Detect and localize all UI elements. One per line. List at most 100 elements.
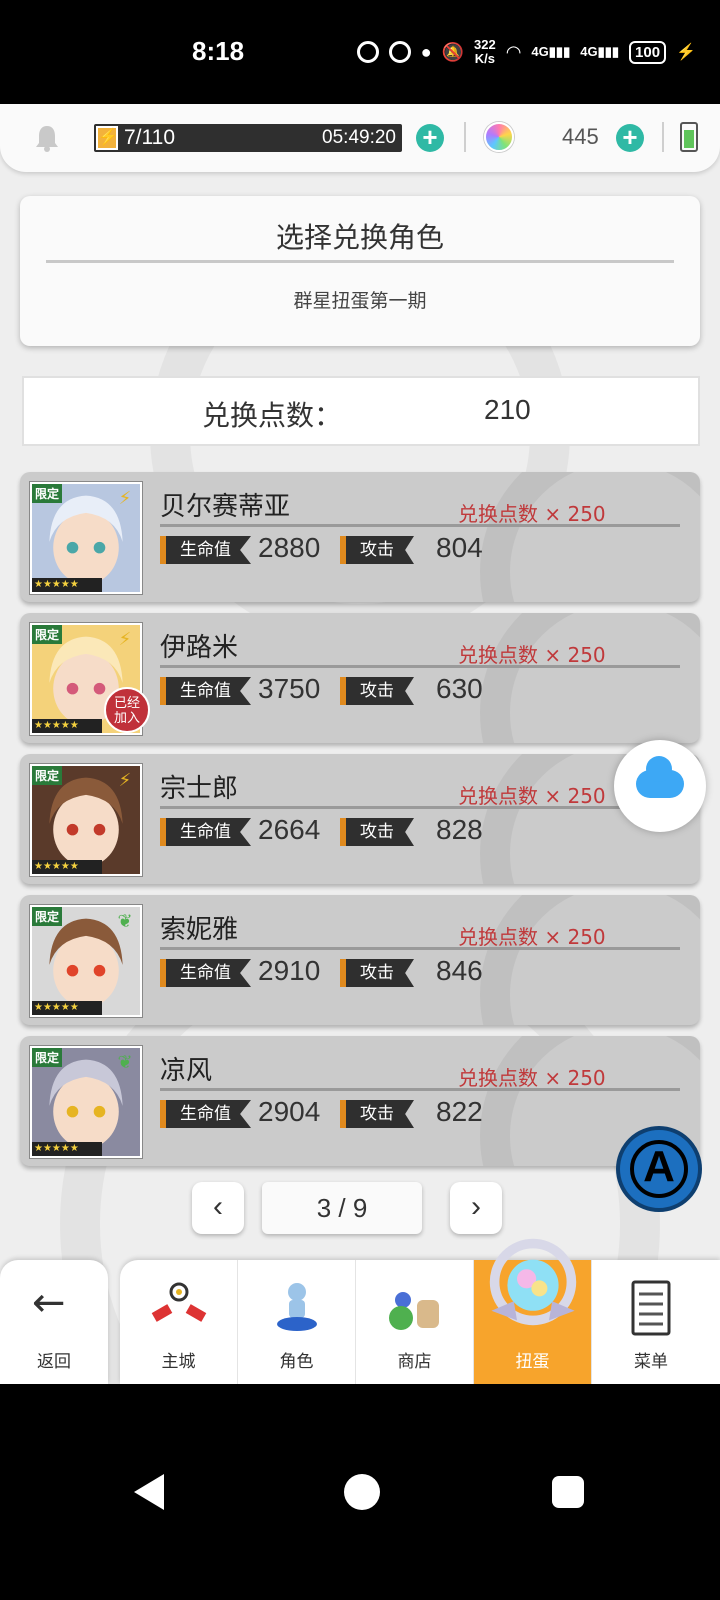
name-divider — [160, 806, 680, 809]
speedometer-icon — [388, 41, 411, 63]
character-row[interactable]: 限定 ⚡ ★★★★★ 伊路米 兑换点数 × 250 生命值 3750 攻击 630 已经 加入 — [20, 613, 700, 743]
page-subtitle: 群星扭蛋第一期 — [293, 290, 427, 312]
tab-label: 商店 — [397, 1352, 432, 1372]
signal-4g-icon: 4G▮▮▮ — [580, 44, 620, 59]
hp-value: 3750 — [258, 673, 321, 704]
tab-character[interactable]: 角色 — [238, 1260, 356, 1384]
character-name: 宗士郎 — [160, 774, 239, 804]
exchange-cost: 兑换点数 × 250 — [458, 1066, 606, 1090]
app-screen: ⚡ 7/110 05:49:20 + 445 + 选择兑换角色 群星扭蛋第一期 … — [0, 104, 720, 1384]
exchange-cost: 兑换点数 × 250 — [458, 784, 606, 808]
divider — [464, 122, 466, 152]
system-recents-icon[interactable] — [552, 1476, 584, 1508]
network-speed: 322 K/s — [474, 37, 496, 66]
gem-count: 445 — [562, 124, 599, 149]
page-title: 选择兑换角色 — [275, 221, 444, 254]
lightning-element-icon: ⚡ — [118, 488, 132, 509]
atk-value: 822 — [436, 1096, 483, 1127]
rarity-stars: ★★★★★ — [32, 578, 102, 592]
name-divider — [160, 1088, 680, 1091]
limited-tag: 限定 — [32, 766, 63, 785]
hp-label: 生命值 — [160, 536, 251, 564]
character-name: 凉风 — [160, 1056, 213, 1086]
exchange-cost: 兑换点数 × 250 — [458, 502, 606, 526]
lightning-element-icon: ⚡ — [118, 770, 132, 791]
mute-icon: 🔕 — [441, 41, 464, 62]
castle-icon — [151, 1282, 206, 1322]
tab-label: 角色 — [279, 1352, 314, 1372]
system-back-icon[interactable] — [134, 1474, 164, 1510]
exchange-cost: 兑换点数 × 250 — [458, 643, 606, 667]
resource-bar: ⚡ 7/110 05:49:20 + 445 + — [0, 104, 720, 172]
character-name: 贝尔赛蒂亚 — [160, 492, 291, 522]
energy-bolt-icon: ⚡ — [96, 126, 118, 150]
add-gems-button[interactable]: + — [616, 124, 644, 152]
title-divider — [46, 260, 674, 263]
lightning-element-icon: ⚡ — [118, 629, 132, 650]
assist-letter-icon: A — [643, 1142, 675, 1191]
leaf-element-icon: ❦ — [117, 1052, 133, 1073]
joined-badge: 已经 加入 — [104, 687, 150, 733]
hp-label: 生命值 — [160, 1100, 251, 1128]
limited-tag: 限定 — [32, 484, 63, 503]
character-row[interactable]: 限定 ❦ ★★★★★ 索妮雅 兑换点数 × 250 生命值 2910 攻击 846 — [20, 895, 700, 1025]
atk-value: 846 — [436, 955, 483, 986]
back-button[interactable]: ← 返回 — [0, 1260, 108, 1384]
tab-label: 主城 — [161, 1352, 196, 1372]
gacha-icon — [489, 1238, 576, 1326]
energy-value: 7/110 — [124, 126, 175, 149]
atk-label: 攻击 — [340, 536, 414, 564]
hp-label: 生命值 — [160, 677, 251, 705]
system-nav-bar — [0, 1384, 720, 1600]
rarity-stars: ★★★★★ — [32, 860, 102, 874]
system-home-icon[interactable] — [344, 1474, 380, 1510]
add-energy-button[interactable]: + — [416, 124, 444, 152]
title-card: 选择兑换角色 群星扭蛋第一期 — [20, 196, 700, 346]
exchange-points-card: 兑换点数： 210 — [22, 376, 700, 446]
character-row[interactable]: 限定 ⚡ ★★★★★ 贝尔赛蒂亚 兑换点数 × 250 生命值 2880 攻击 804 — [20, 472, 700, 602]
character-portrait: 限定 ⚡ ★★★★★ — [30, 482, 142, 594]
tab-menu[interactable]: 菜单 — [592, 1260, 710, 1384]
wifi-icon: ◠ — [505, 41, 522, 62]
auto-assist-button[interactable]: A — [616, 1126, 702, 1212]
limited-tag: 限定 — [32, 1048, 63, 1067]
character-portrait: 限定 ❦ ★★★★★ — [30, 905, 142, 1017]
next-page-button[interactable]: › — [450, 1182, 502, 1234]
menu-icon — [631, 1280, 671, 1336]
energy-bar: ⚡ 7/110 05:49:20 — [94, 124, 402, 152]
atk-label: 攻击 — [340, 677, 414, 705]
hp-value: 2664 — [258, 814, 321, 845]
character-portrait: 限定 ⚡ ★★★★★ — [30, 764, 142, 876]
character-row[interactable]: 限定 ❦ ★★★★★ 凉风 兑换点数 × 250 生命值 2904 攻击 822 — [20, 1036, 700, 1166]
character-name: 伊路米 — [160, 633, 239, 663]
leaf-element-icon: ❦ — [117, 911, 133, 932]
status-icons: ● 🔕 322 K/s ◠ 4G▮▮▮ 4G▮▮▮ 100 ⚡ — [356, 37, 696, 66]
shop-icon — [388, 1292, 439, 1330]
tab-gacha[interactable]: 扭蛋 — [474, 1238, 592, 1384]
battery-icon: 100 — [629, 40, 667, 64]
battery-icon — [680, 122, 698, 152]
tab-label: 菜单 — [634, 1352, 668, 1372]
tab-shop[interactable]: 商店 — [356, 1260, 474, 1384]
divider — [662, 122, 664, 152]
rarity-stars: ★★★★★ — [32, 1001, 102, 1015]
atk-label: 攻击 — [340, 1100, 414, 1128]
status-bar: 8:18 ● 🔕 322 K/s ◠ 4G▮▮▮ 4G▮▮▮ 100 ⚡ — [0, 0, 720, 104]
hp-value: 2904 — [258, 1096, 321, 1127]
cloud-button[interactable] — [614, 740, 706, 832]
exchange-cost: 兑换点数 × 250 — [458, 925, 606, 949]
exchange-points-label: 兑换点数： — [202, 399, 343, 432]
cloud-icon — [636, 756, 684, 798]
bell-icon[interactable] — [34, 124, 60, 152]
character-row[interactable]: 限定 ⚡ ★★★★★ 宗士郎 兑换点数 × 250 生命值 2664 攻击 828 — [20, 754, 700, 884]
tab-label: 扭蛋 — [515, 1352, 550, 1372]
character-name: 索妮雅 — [160, 915, 239, 945]
prev-page-button[interactable]: ‹ — [192, 1182, 244, 1234]
location-icon: ● — [420, 41, 432, 62]
back-arrow-icon: ← — [32, 1280, 66, 1326]
charging-icon: ⚡ — [676, 44, 696, 61]
tab-main-city[interactable]: 主城 — [120, 1260, 238, 1384]
name-divider — [160, 665, 680, 668]
page-indicator: 3 / 9 — [262, 1182, 422, 1234]
name-divider — [160, 524, 680, 527]
